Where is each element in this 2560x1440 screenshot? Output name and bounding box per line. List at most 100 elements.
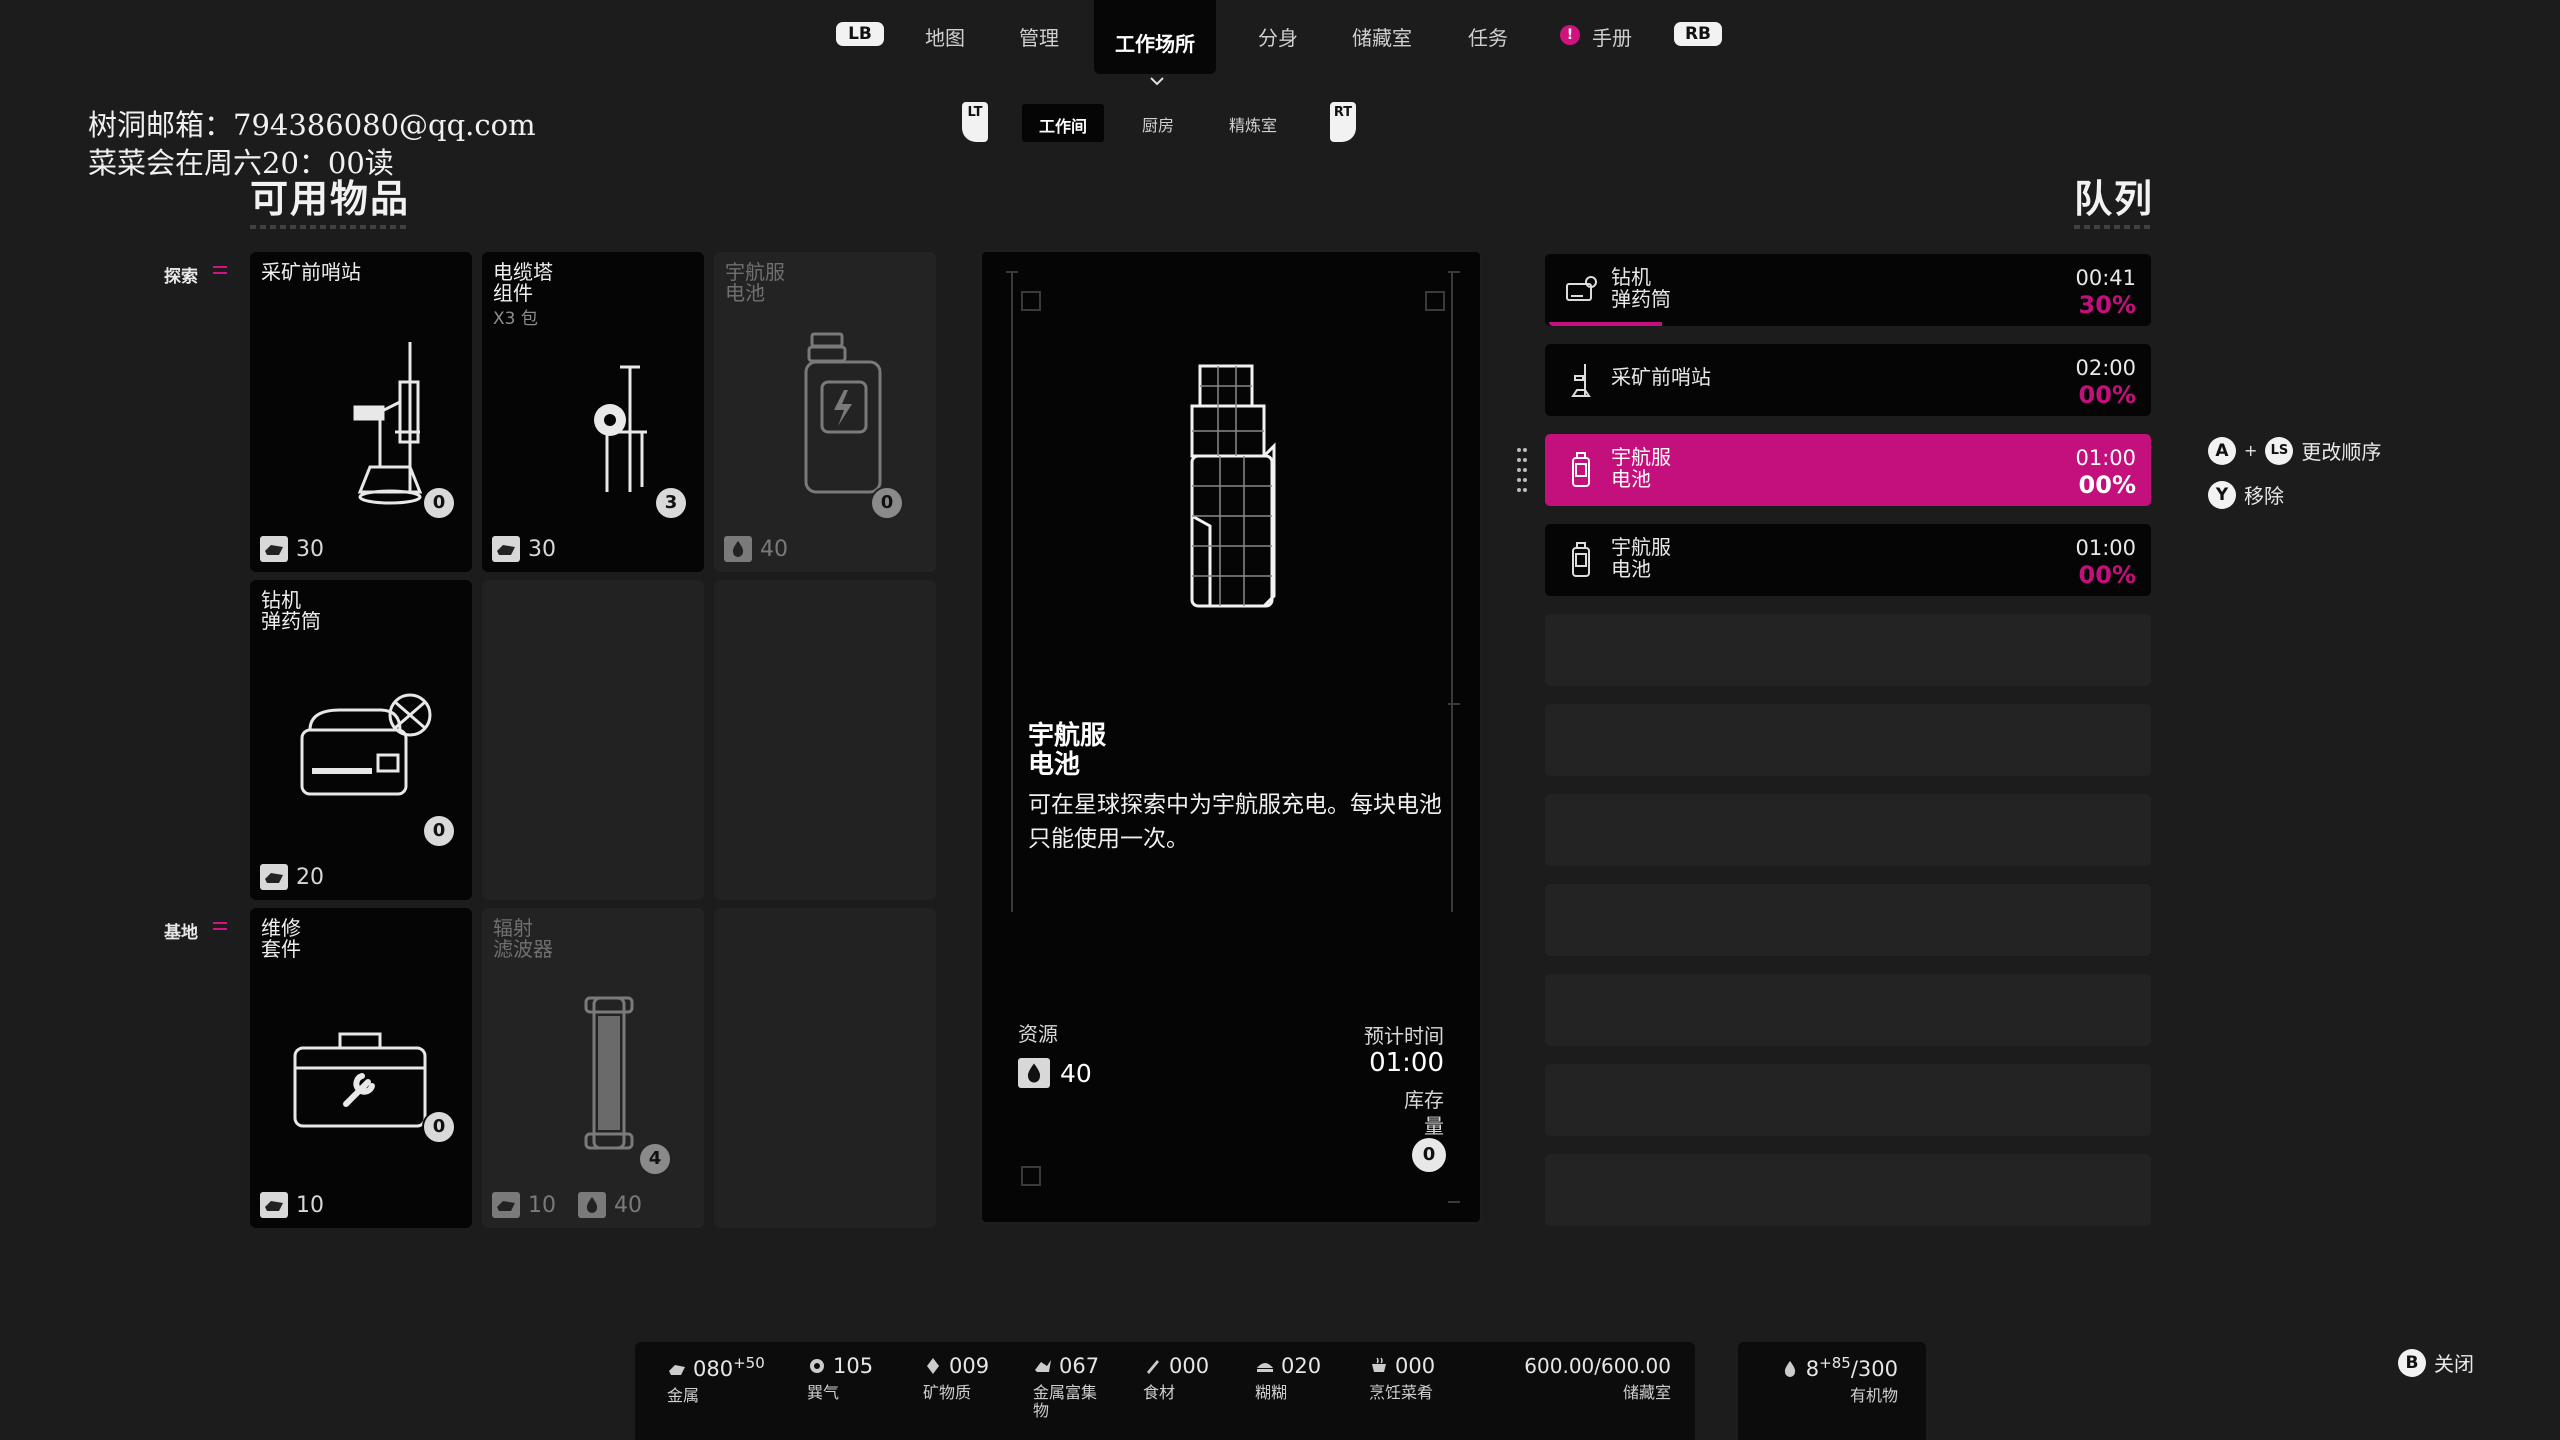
watermark-line1: 树洞邮箱：794386080@qq.com [88,108,536,142]
mining-outpost-icon [353,342,423,505]
item-card-repair-kit[interactable]: 维修 套件 0 10 [250,908,472,1228]
remove-label: 移除 [2244,484,2284,508]
tab-storage[interactable]: 储藏室 [1352,22,1412,51]
cost-value: 20 [296,864,324,890]
drill-cartridge-icon [300,693,432,796]
stock-label-line1: 库存 [1404,1088,1444,1112]
queue-row-selected[interactable]: 宇航服 电池 01:00 00% [1545,434,2151,506]
queue-progress: 00% [2078,561,2136,589]
chevron-down-icon [1150,77,1164,86]
resource-cost-value: 40 [1060,1058,1092,1088]
title-underline [250,225,411,229]
a-button[interactable]: A [2208,436,2236,465]
organic-label: 有机物 [1849,1386,1898,1405]
queue-item-name: 采矿前哨站 [1611,365,1711,389]
resource-paste: 020 糊糊 [1255,1354,1321,1402]
mining-outpost-icon [1571,364,1591,397]
cost-value: 30 [528,536,556,562]
organic-icon [578,1192,606,1218]
lb-button[interactable]: LB [836,22,884,46]
subtab-refinery[interactable]: 精炼室 [1229,112,1277,136]
queue-row[interactable]: 宇航服 电池 01:00 00% [1545,524,2151,596]
detail-title-line2: 电池 [1028,750,1081,780]
resource-value: 105 [833,1354,874,1378]
queue-item-name-line1: 宇航服 [1611,535,1671,559]
tab-clones[interactable]: 分身 [1258,22,1298,51]
queue-title-text: 队列 [2074,177,2155,221]
resource-value: 067 [1059,1354,1100,1378]
time-value: 01:00 [1369,1048,1444,1078]
item-name-line2: 套件 [261,937,301,961]
queue-progress: 30% [2078,291,2136,319]
plus-sign: + [2244,441,2258,460]
organic-icon [1018,1058,1050,1088]
empty-slot [714,908,936,1228]
tab-manual[interactable]: 手册 [1592,22,1632,51]
queue-item-name: 宇航服 电池 [1611,446,1671,490]
queue-item-name: 钻机 弹药筒 [1611,266,1671,310]
y-button[interactable]: Y [2208,480,2236,509]
radiation-filter-icon [584,996,634,1150]
queue-empty-slot [1545,614,2151,686]
item-name: 采矿前哨站 [261,260,361,284]
gear-icon [810,1359,824,1373]
item-cost: 30 [260,536,324,562]
stock-count-badge: 0 [870,486,904,520]
available-title-text: 可用物品 [250,177,411,221]
item-name: 电缆塔 组件 [493,262,553,304]
resource-value: 080 [693,1357,734,1381]
organic-bar: 8+85/300 有机物 [1738,1342,1926,1440]
storage-label: 储藏室 [1622,1383,1671,1402]
rt-button[interactable]: RT [1330,102,1356,142]
queue-empty-slot [1545,884,2151,956]
queue-item-name-line2: 电池 [1611,467,1651,491]
detail-description: 可在星球探索中为宇航服充电。每块电池只能使用一次。 [1028,792,1442,852]
item-cost: 40 [724,536,788,562]
item-card-cable-tower[interactable]: 电缆塔 组件 X3 包 3 30 [482,252,704,572]
reorder-hint: A + LS 更改顺序 [2208,436,2381,465]
paste-icon [1257,1363,1273,1372]
queue-row[interactable]: 钻机 弹药筒 00:41 30% [1545,254,2151,326]
item-cost: 20 [260,864,324,890]
category-base: 基地 [164,923,198,943]
battery-icon [1572,452,1590,487]
detail-title-line1: 宇航服 [1028,721,1107,751]
tab-map[interactable]: 地图 [925,22,965,51]
queue-time: 01:00 [2075,446,2136,470]
queue-empty-slot [1545,1154,2151,1226]
metal-icon [260,536,288,562]
alert-icon: ! [1560,25,1580,45]
tab-missions[interactable]: 任务 [1468,22,1508,51]
b-button[interactable]: B [2398,1348,2426,1377]
empty-slot [714,580,936,900]
storage-capacity: 600.00/600.00 储藏室 [1505,1354,1671,1402]
ls-button[interactable]: LS [2265,436,2294,465]
resource-label: 食材 [1143,1383,1176,1402]
queue-row[interactable]: 采矿前哨站 02:00 00% [1545,344,2151,416]
queue-empty-slot [1545,794,2151,866]
item-card-drill-cartridge[interactable]: 钻机 弹药筒 0 20 [250,580,472,900]
queue-progress-bar [1549,322,1662,326]
item-card-radiation-filter[interactable]: 辐射 滤波器 4 10 40 [482,908,704,1228]
resource-metal: 080+50 金属 [667,1354,765,1405]
item-card-mining-outpost[interactable]: 采矿前哨站 0 30 [250,252,472,572]
item-name-line2: 组件 [493,281,533,305]
close-hint[interactable]: B 关闭 [2398,1348,2474,1377]
subtab-kitchen[interactable]: 厨房 [1142,112,1174,136]
tab-workplace[interactable]: 工作场所 [1094,0,1216,74]
stock-count-badge: 0 [422,486,456,520]
item-card-suit-battery[interactable]: 宇航服 电池 0 40 [714,252,936,572]
detail-title: 宇航服 电池 [1028,722,1106,780]
drag-handle-icon[interactable] [1516,446,1528,492]
resource-label: 金属富集物 [1033,1383,1098,1420]
lt-button[interactable]: LT [962,102,988,142]
resource-value: 000 [1395,1354,1436,1378]
item-cost: 30 [492,536,556,562]
queue-empty-slot [1545,974,2151,1046]
rb-button[interactable]: RB [1674,22,1722,46]
subtab-workshop[interactable]: 工作间 [1022,104,1104,142]
close-label: 关闭 [2434,1352,2474,1376]
tab-manage[interactable]: 管理 [1019,22,1059,51]
organic-value: 8 [1805,1357,1820,1381]
resource-label: 烹饪菜肴 [1369,1383,1434,1402]
